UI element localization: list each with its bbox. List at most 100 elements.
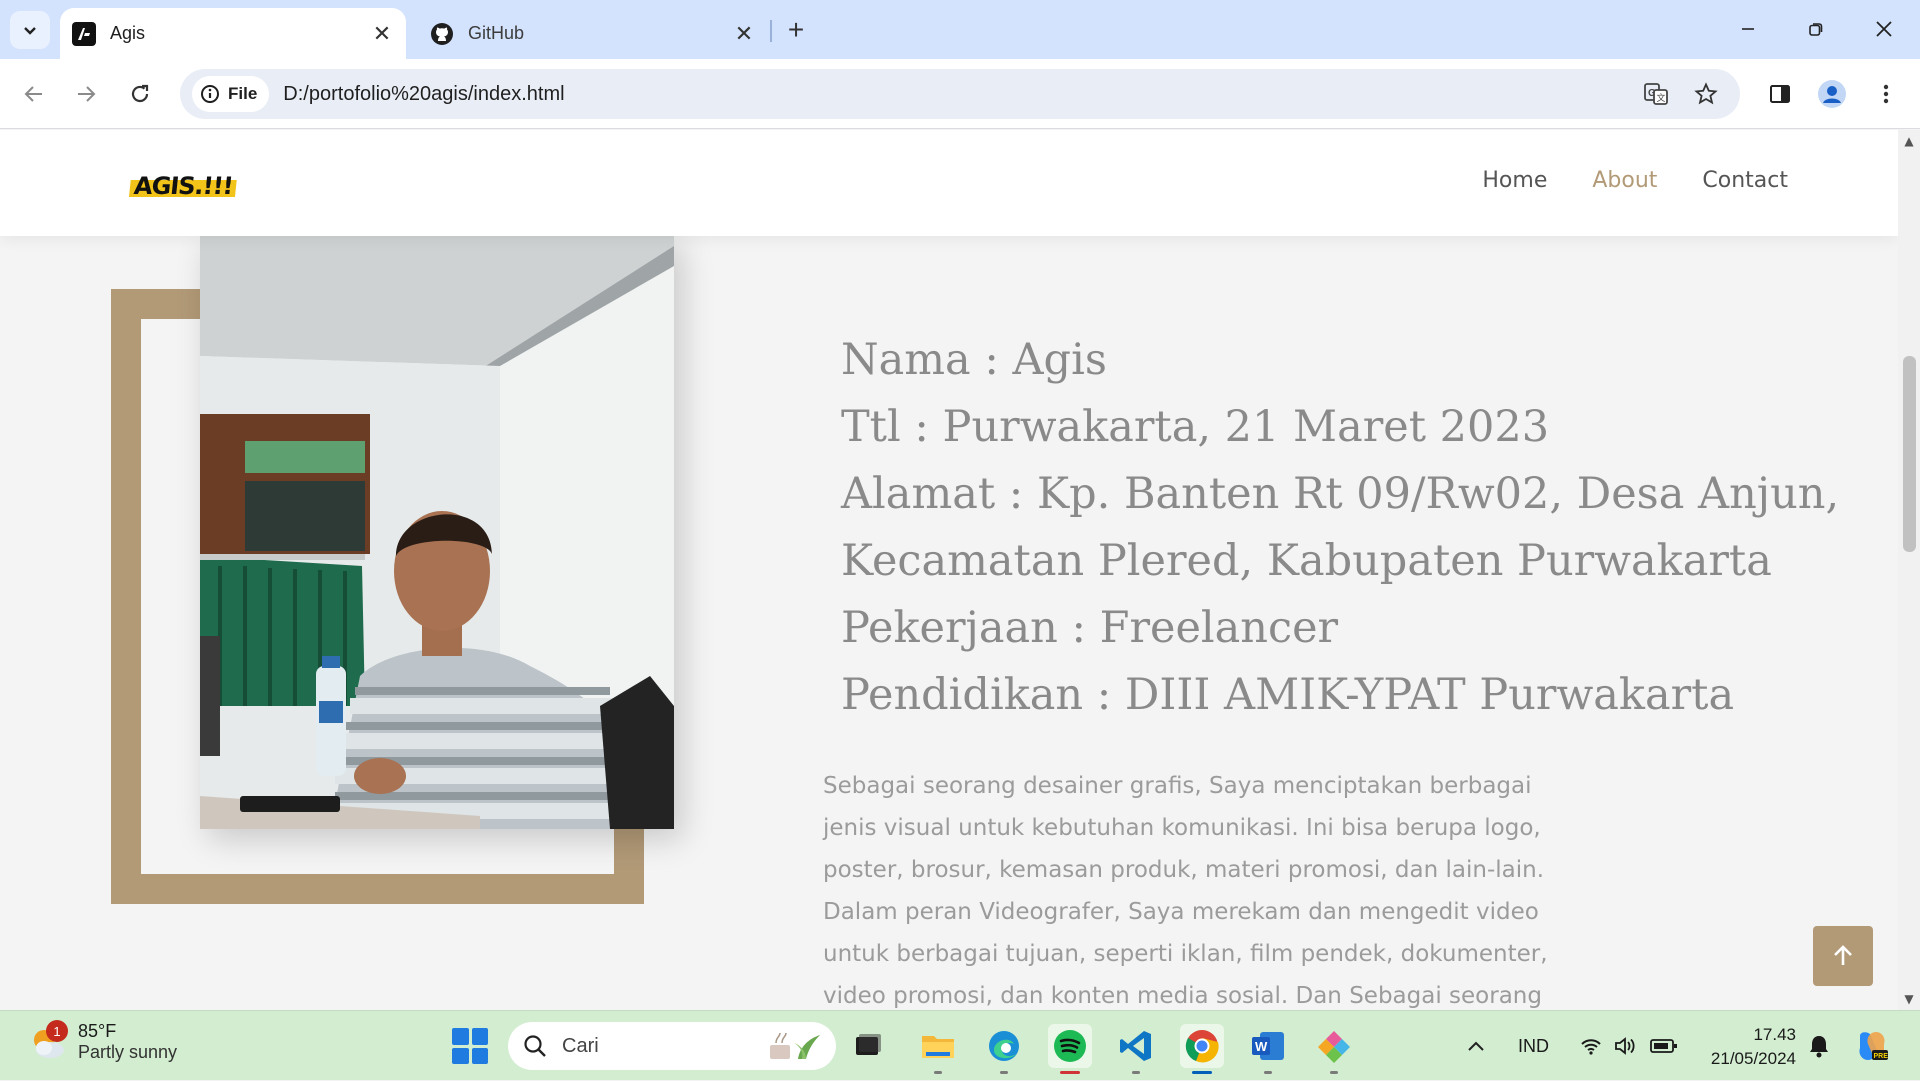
scroll-down-arrow-icon[interactable]: ▼ [1902, 992, 1916, 1006]
task-view-button[interactable] [846, 1024, 890, 1068]
windows-taskbar: 1 85°F Partly sunny Cari W IND 17.43 21/… [0, 1010, 1920, 1080]
windows-logo-tile [452, 1028, 469, 1045]
notifications-button[interactable] [1808, 1011, 1830, 1081]
profile-avatar-icon [1818, 80, 1846, 108]
back-to-top-button[interactable] [1813, 926, 1873, 986]
browser-toolbar: File D:/portofolio%20agis/index.html G文 [0, 59, 1920, 129]
nav-home[interactable]: Home [1482, 168, 1547, 193]
close-window-button[interactable] [1856, 8, 1912, 50]
windows-logo-tile [471, 1047, 488, 1064]
translate-icon: G文 [1644, 83, 1668, 105]
side-panel-icon [1770, 85, 1790, 103]
info-name: Nama : Agis [841, 335, 1107, 385]
weather-temp: 85°F [78, 1021, 117, 1041]
bookmark-button[interactable] [1688, 76, 1724, 112]
about-description: Sebagai seorang desainer grafis, Saya me… [823, 765, 1573, 1010]
start-button[interactable] [452, 1028, 488, 1064]
menu-button[interactable] [1866, 74, 1906, 114]
tab-search-button[interactable] [10, 11, 50, 49]
more-vert-icon [1883, 84, 1889, 104]
arrow-up-icon [1834, 945, 1852, 965]
close-tab-icon[interactable]: ✕ [730, 20, 758, 48]
info-birth: Ttl : Purwakarta, 21 Maret 2023 [841, 402, 1550, 452]
vscode-button[interactable] [1114, 1024, 1158, 1074]
chevron-down-icon [24, 27, 36, 35]
nav-about[interactable]: About [1592, 168, 1657, 193]
restore-button[interactable] [1788, 8, 1844, 50]
file-explorer-button[interactable] [916, 1024, 960, 1074]
clock[interactable]: 17.43 21/05/2024 [1700, 1023, 1796, 1071]
chrome-icon [1185, 1030, 1219, 1063]
reload-button[interactable] [120, 74, 160, 114]
language-indicator[interactable]: IND [1518, 1011, 1549, 1081]
scroll-up-arrow-icon[interactable]: ▲ [1902, 134, 1916, 148]
profile-photo [200, 236, 674, 829]
tab-github[interactable]: GitHub ✕ [418, 8, 768, 59]
site-info-chip[interactable]: File [192, 76, 270, 112]
bell-icon [1810, 1036, 1828, 1058]
close-tab-icon[interactable]: ✕ [368, 20, 396, 48]
weather-widget[interactable]: 1 85°F Partly sunny [28, 1020, 178, 1063]
word-icon: W [1252, 1032, 1284, 1060]
running-indicator [1060, 1071, 1080, 1074]
copilot-button[interactable]: PRE [1854, 1011, 1890, 1081]
tab-agis[interactable]: Agis ✕ [60, 8, 406, 59]
info-job: Pekerjaan : Freelancer [841, 603, 1339, 653]
site-info-label: File [228, 84, 258, 103]
copilot-icon: PRE [1859, 1032, 1889, 1060]
url-text[interactable]: D:/portofolio%20agis/index.html [283, 83, 1638, 106]
running-indicator [1330, 1071, 1338, 1074]
spotify-icon [1054, 1030, 1086, 1062]
spotify-button[interactable] [1048, 1024, 1092, 1074]
edge-icon [989, 1031, 1019, 1061]
description-line: untuk berbagai tujuan, seperti iklan, fi… [823, 941, 1548, 967]
site-logo[interactable]: AGIS.!!! [128, 170, 239, 204]
weather-condition: Partly sunny [78, 1042, 178, 1062]
browser-tab-bar: Agis ✕ GitHub ✕ + [0, 0, 1920, 59]
reload-icon [131, 84, 149, 103]
info-icon [201, 85, 219, 103]
running-indicator [1264, 1071, 1272, 1074]
arrow-right-icon [78, 86, 96, 102]
battery-icon [1650, 1039, 1677, 1053]
forward-button[interactable] [66, 74, 106, 114]
wifi-icon [1581, 1039, 1601, 1055]
tab-separator [770, 20, 772, 42]
site-nav-links: Home About Contact [1482, 168, 1788, 193]
minimize-button[interactable] [1720, 8, 1776, 50]
github-icon [430, 22, 454, 46]
address-bar[interactable]: File D:/portofolio%20agis/index.html G文 [180, 69, 1740, 119]
translate-button[interactable]: G文 [1638, 76, 1674, 112]
clock-time: 17.43 [1753, 1025, 1796, 1044]
side-panel-button[interactable] [1760, 74, 1800, 114]
word-button[interactable]: W [1246, 1024, 1290, 1074]
page-viewport: AGIS.!!! Home About Contact Nama: Agis … [0, 130, 1898, 1010]
search-icon [524, 1035, 546, 1057]
page-scrollbar[interactable]: ▲ ▼ [1898, 130, 1920, 1010]
svg-text:PRE: PRE [1874, 1053, 1889, 1060]
running-indicator [1192, 1071, 1212, 1074]
chevron-up-icon [1468, 1041, 1484, 1051]
site-navbar: AGIS.!!! Home About Contact [0, 130, 1898, 236]
new-tab-button[interactable]: + [780, 14, 812, 46]
chrome-button[interactable] [1180, 1024, 1224, 1074]
profile-info: Nama : Agis Ttl : Purwakarta, 21 Maret 2… [841, 327, 1839, 729]
edge-button[interactable] [982, 1024, 1026, 1074]
taskbar-search[interactable]: Cari [508, 1022, 836, 1070]
profile-button[interactable] [1812, 74, 1852, 114]
system-tray[interactable] [1580, 1011, 1678, 1081]
tab-title: Agis [110, 23, 146, 43]
nav-contact[interactable]: Contact [1702, 168, 1788, 193]
search-label: Cari [562, 1034, 599, 1057]
running-indicator [1000, 1071, 1008, 1074]
show-hidden-icons-button[interactable] [1466, 1011, 1486, 1081]
description-line: Dalam peran Videografer, Saya merekam da… [823, 899, 1539, 925]
windows-logo-tile [452, 1047, 469, 1064]
restore-icon [1809, 23, 1823, 36]
vscode-icon [1120, 1031, 1151, 1061]
scroll-thumb[interactable] [1903, 356, 1916, 552]
running-indicator [934, 1071, 942, 1074]
close-icon [1876, 21, 1892, 37]
app-button[interactable] [1312, 1024, 1356, 1074]
back-button[interactable] [14, 74, 54, 114]
